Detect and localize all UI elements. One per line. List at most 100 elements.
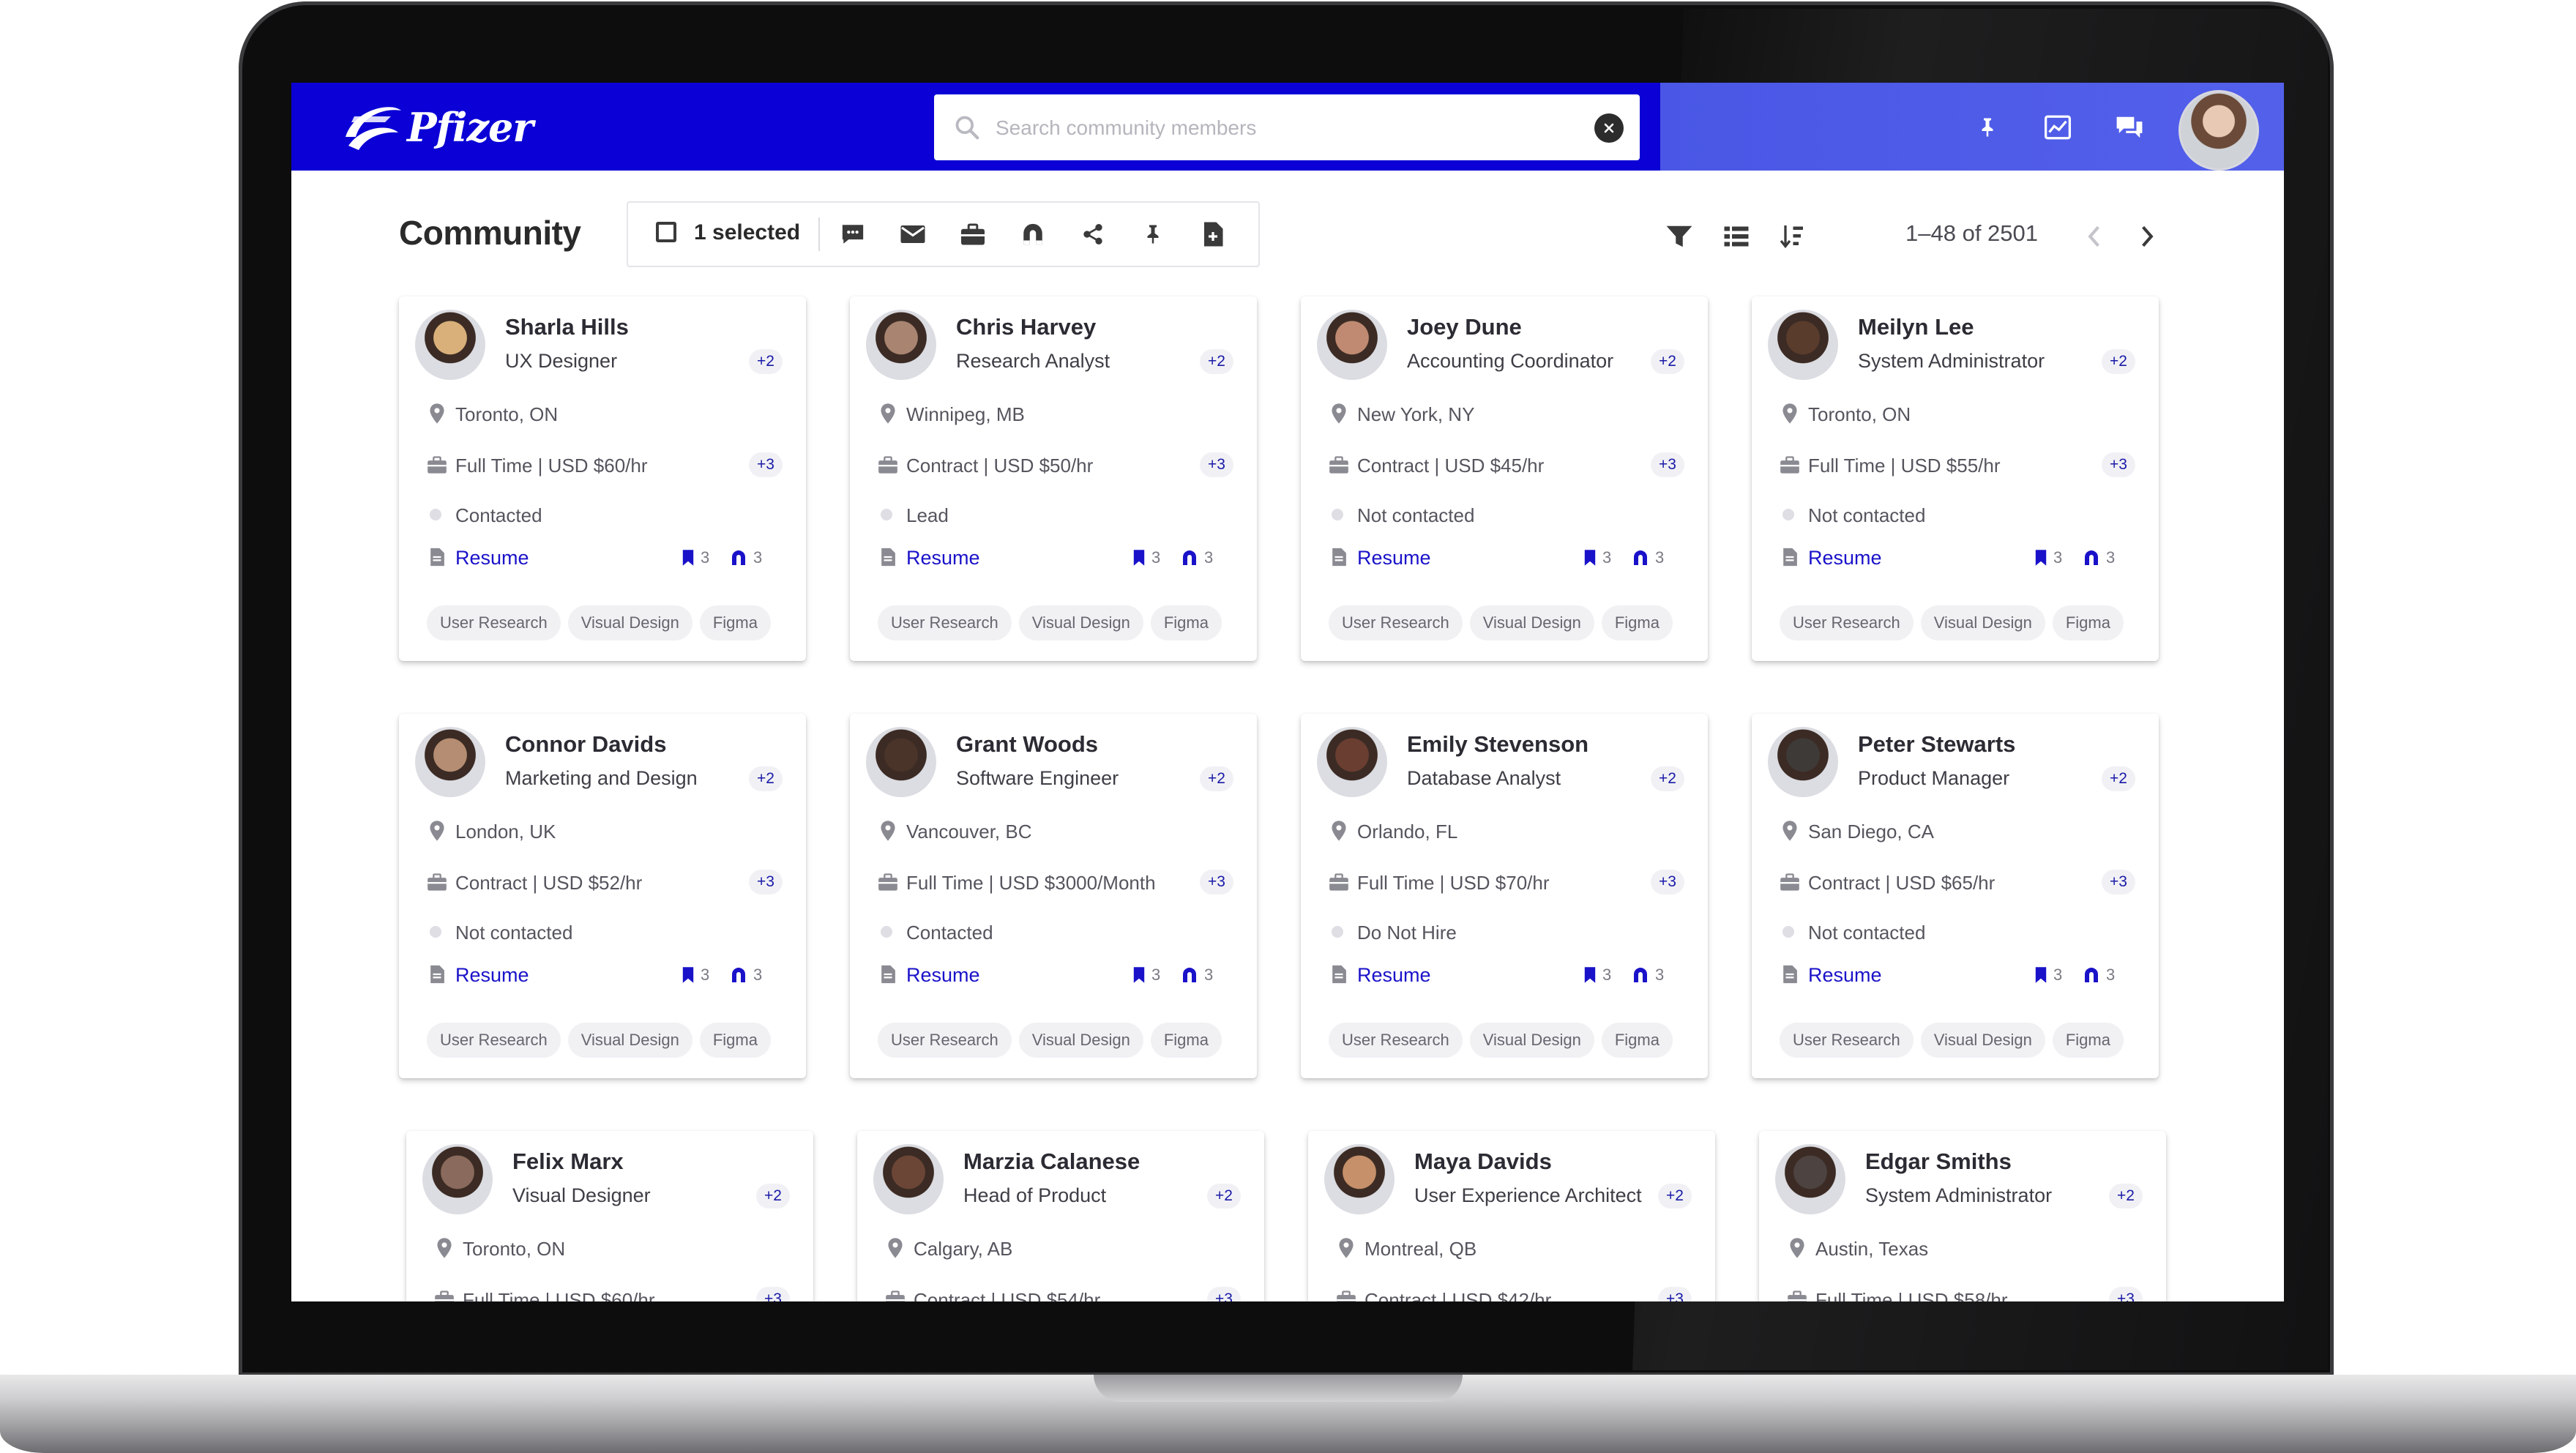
member-card[interactable]: Grant Woods Software Engineer +2 Vancouv… — [850, 714, 1257, 1078]
skill-tag[interactable]: Figma — [699, 1023, 771, 1058]
job-more-chip[interactable]: +3 — [2109, 1287, 2143, 1301]
member-name[interactable]: Sharla Hills — [505, 314, 629, 340]
skill-tag[interactable]: User Research — [1329, 605, 1463, 640]
attract-button[interactable] — [1018, 219, 1048, 250]
chat-button[interactable] — [2114, 112, 2145, 143]
job-more-chip[interactable]: +3 — [1651, 870, 1684, 894]
filter-button[interactable] — [1663, 220, 1695, 253]
member-card[interactable]: Emily Stevenson Database Analyst +2 Orla… — [1301, 714, 1708, 1078]
share-button[interactable] — [1078, 219, 1108, 250]
job-more-chip[interactable]: +3 — [1651, 452, 1684, 477]
role-more-chip[interactable]: +2 — [2109, 1184, 2143, 1209]
member-name[interactable]: Chris Harvey — [956, 314, 1096, 340]
skill-tag[interactable]: Figma — [1150, 1023, 1222, 1058]
member-card[interactable]: Peter Stewarts Product Manager +2 San Di… — [1752, 714, 2159, 1078]
clear-search-button[interactable] — [1594, 113, 1624, 143]
pin-button[interactable] — [1138, 219, 1168, 250]
resume-link[interactable]: Resume — [1357, 964, 1431, 987]
message-button[interactable] — [837, 219, 868, 250]
role-more-chip[interactable]: +2 — [2102, 766, 2135, 791]
member-name[interactable]: Meilyn Lee — [1858, 314, 1974, 340]
bookmark-count[interactable]: 3 — [2034, 965, 2062, 985]
skill-tag[interactable]: Figma — [1601, 605, 1673, 640]
member-name[interactable]: Grant Woods — [956, 731, 1098, 758]
role-more-chip[interactable]: +2 — [1651, 349, 1684, 374]
analytics-button[interactable] — [2042, 112, 2073, 143]
email-button[interactable] — [897, 219, 928, 250]
magnet-count[interactable]: 3 — [1632, 548, 1664, 567]
skill-tag[interactable]: Visual Design — [1469, 1023, 1594, 1058]
job-more-chip[interactable]: +3 — [749, 870, 783, 894]
skill-tag[interactable]: User Research — [427, 605, 561, 640]
job-more-chip[interactable]: +3 — [749, 452, 783, 477]
resume-link[interactable]: Resume — [1357, 547, 1431, 569]
bookmark-count[interactable]: 3 — [682, 965, 709, 985]
job-more-chip[interactable]: +3 — [1207, 1287, 1241, 1301]
member-card[interactable]: Meilyn Lee System Administrator +2 Toron… — [1752, 296, 2159, 661]
magnet-count[interactable]: 3 — [1632, 965, 1664, 985]
member-card[interactable]: Marzia Calanese Head of Product +2 Calga… — [857, 1131, 1264, 1301]
member-name[interactable]: Maya Davids — [1414, 1148, 1552, 1175]
bookmark-count[interactable]: 3 — [1583, 965, 1611, 985]
skill-tag[interactable]: User Research — [878, 605, 1012, 640]
pinned-button[interactable] — [1972, 112, 2003, 143]
role-more-chip[interactable]: +2 — [756, 1184, 790, 1209]
skill-tag[interactable]: Figma — [1150, 605, 1222, 640]
skill-tag[interactable]: Figma — [699, 605, 771, 640]
skill-tag[interactable]: Visual Design — [1018, 1023, 1143, 1058]
add-document-button[interactable] — [1198, 219, 1228, 250]
resume-link[interactable]: Resume — [906, 964, 980, 987]
pfizer-logo[interactable]: Pfizer — [340, 94, 534, 160]
bookmark-count[interactable]: 3 — [2034, 548, 2062, 567]
member-name[interactable]: Edgar Smiths — [1865, 1148, 2012, 1175]
user-avatar[interactable] — [2179, 90, 2259, 171]
skill-tag[interactable]: User Research — [1780, 605, 1914, 640]
role-more-chip[interactable]: +2 — [1200, 766, 1233, 791]
member-card[interactable]: Maya Davids User Experience Architect +2… — [1308, 1131, 1715, 1301]
skill-tag[interactable]: Figma — [2052, 605, 2124, 640]
role-more-chip[interactable]: +2 — [749, 766, 783, 791]
job-more-chip[interactable]: +3 — [756, 1287, 790, 1301]
member-card[interactable]: Joey Dune Accounting Coordinator +2 New … — [1301, 296, 1708, 661]
role-more-chip[interactable]: +2 — [1651, 766, 1684, 791]
member-name[interactable]: Connor Davids — [505, 731, 666, 758]
job-more-chip[interactable]: +3 — [1200, 870, 1233, 894]
search-box[interactable] — [934, 94, 1640, 160]
skill-tag[interactable]: Visual Design — [567, 605, 692, 640]
skill-tag[interactable]: Visual Design — [1920, 605, 2045, 640]
resume-link[interactable]: Resume — [455, 964, 529, 987]
job-more-chip[interactable]: +3 — [2102, 870, 2135, 894]
skill-tag[interactable]: Visual Design — [1018, 605, 1143, 640]
member-name[interactable]: Marzia Calanese — [963, 1148, 1140, 1175]
job-more-chip[interactable]: +3 — [2102, 452, 2135, 477]
skill-tag[interactable]: User Research — [427, 1023, 561, 1058]
skill-tag[interactable]: User Research — [1329, 1023, 1463, 1058]
skill-tag[interactable]: User Research — [878, 1023, 1012, 1058]
magnet-count[interactable]: 3 — [730, 965, 762, 985]
magnet-count[interactable]: 3 — [2083, 548, 2115, 567]
role-more-chip[interactable]: +2 — [749, 349, 783, 374]
bookmark-count[interactable]: 3 — [1583, 548, 1611, 567]
member-card[interactable]: Connor Davids Marketing and Design +2 Lo… — [399, 714, 806, 1078]
member-name[interactable]: Emily Stevenson — [1407, 731, 1588, 758]
resume-link[interactable]: Resume — [906, 547, 980, 569]
bookmark-count[interactable]: 3 — [1132, 548, 1160, 567]
role-more-chip[interactable]: +2 — [1658, 1184, 1692, 1209]
previous-page-button[interactable] — [2077, 220, 2110, 253]
job-button[interactable] — [957, 219, 988, 250]
magnet-count[interactable]: 3 — [1181, 548, 1213, 567]
bookmark-count[interactable]: 3 — [682, 548, 709, 567]
member-name[interactable]: Peter Stewarts — [1858, 731, 2015, 758]
member-card[interactable]: Edgar Smiths System Administrator +2 Aus… — [1759, 1131, 2166, 1301]
magnet-count[interactable]: 3 — [1181, 965, 1213, 985]
search-input[interactable] — [994, 111, 1583, 146]
skill-tag[interactable]: Visual Design — [567, 1023, 692, 1058]
magnet-count[interactable]: 3 — [2083, 965, 2115, 985]
role-more-chip[interactable]: +2 — [1207, 1184, 1241, 1209]
job-more-chip[interactable]: +3 — [1200, 452, 1233, 477]
skill-tag[interactable]: Figma — [2052, 1023, 2124, 1058]
resume-link[interactable]: Resume — [1808, 964, 1882, 987]
member-name[interactable]: Joey Dune — [1407, 314, 1522, 340]
select-checkbox[interactable] — [656, 222, 676, 242]
list-view-button[interactable] — [1720, 220, 1752, 253]
